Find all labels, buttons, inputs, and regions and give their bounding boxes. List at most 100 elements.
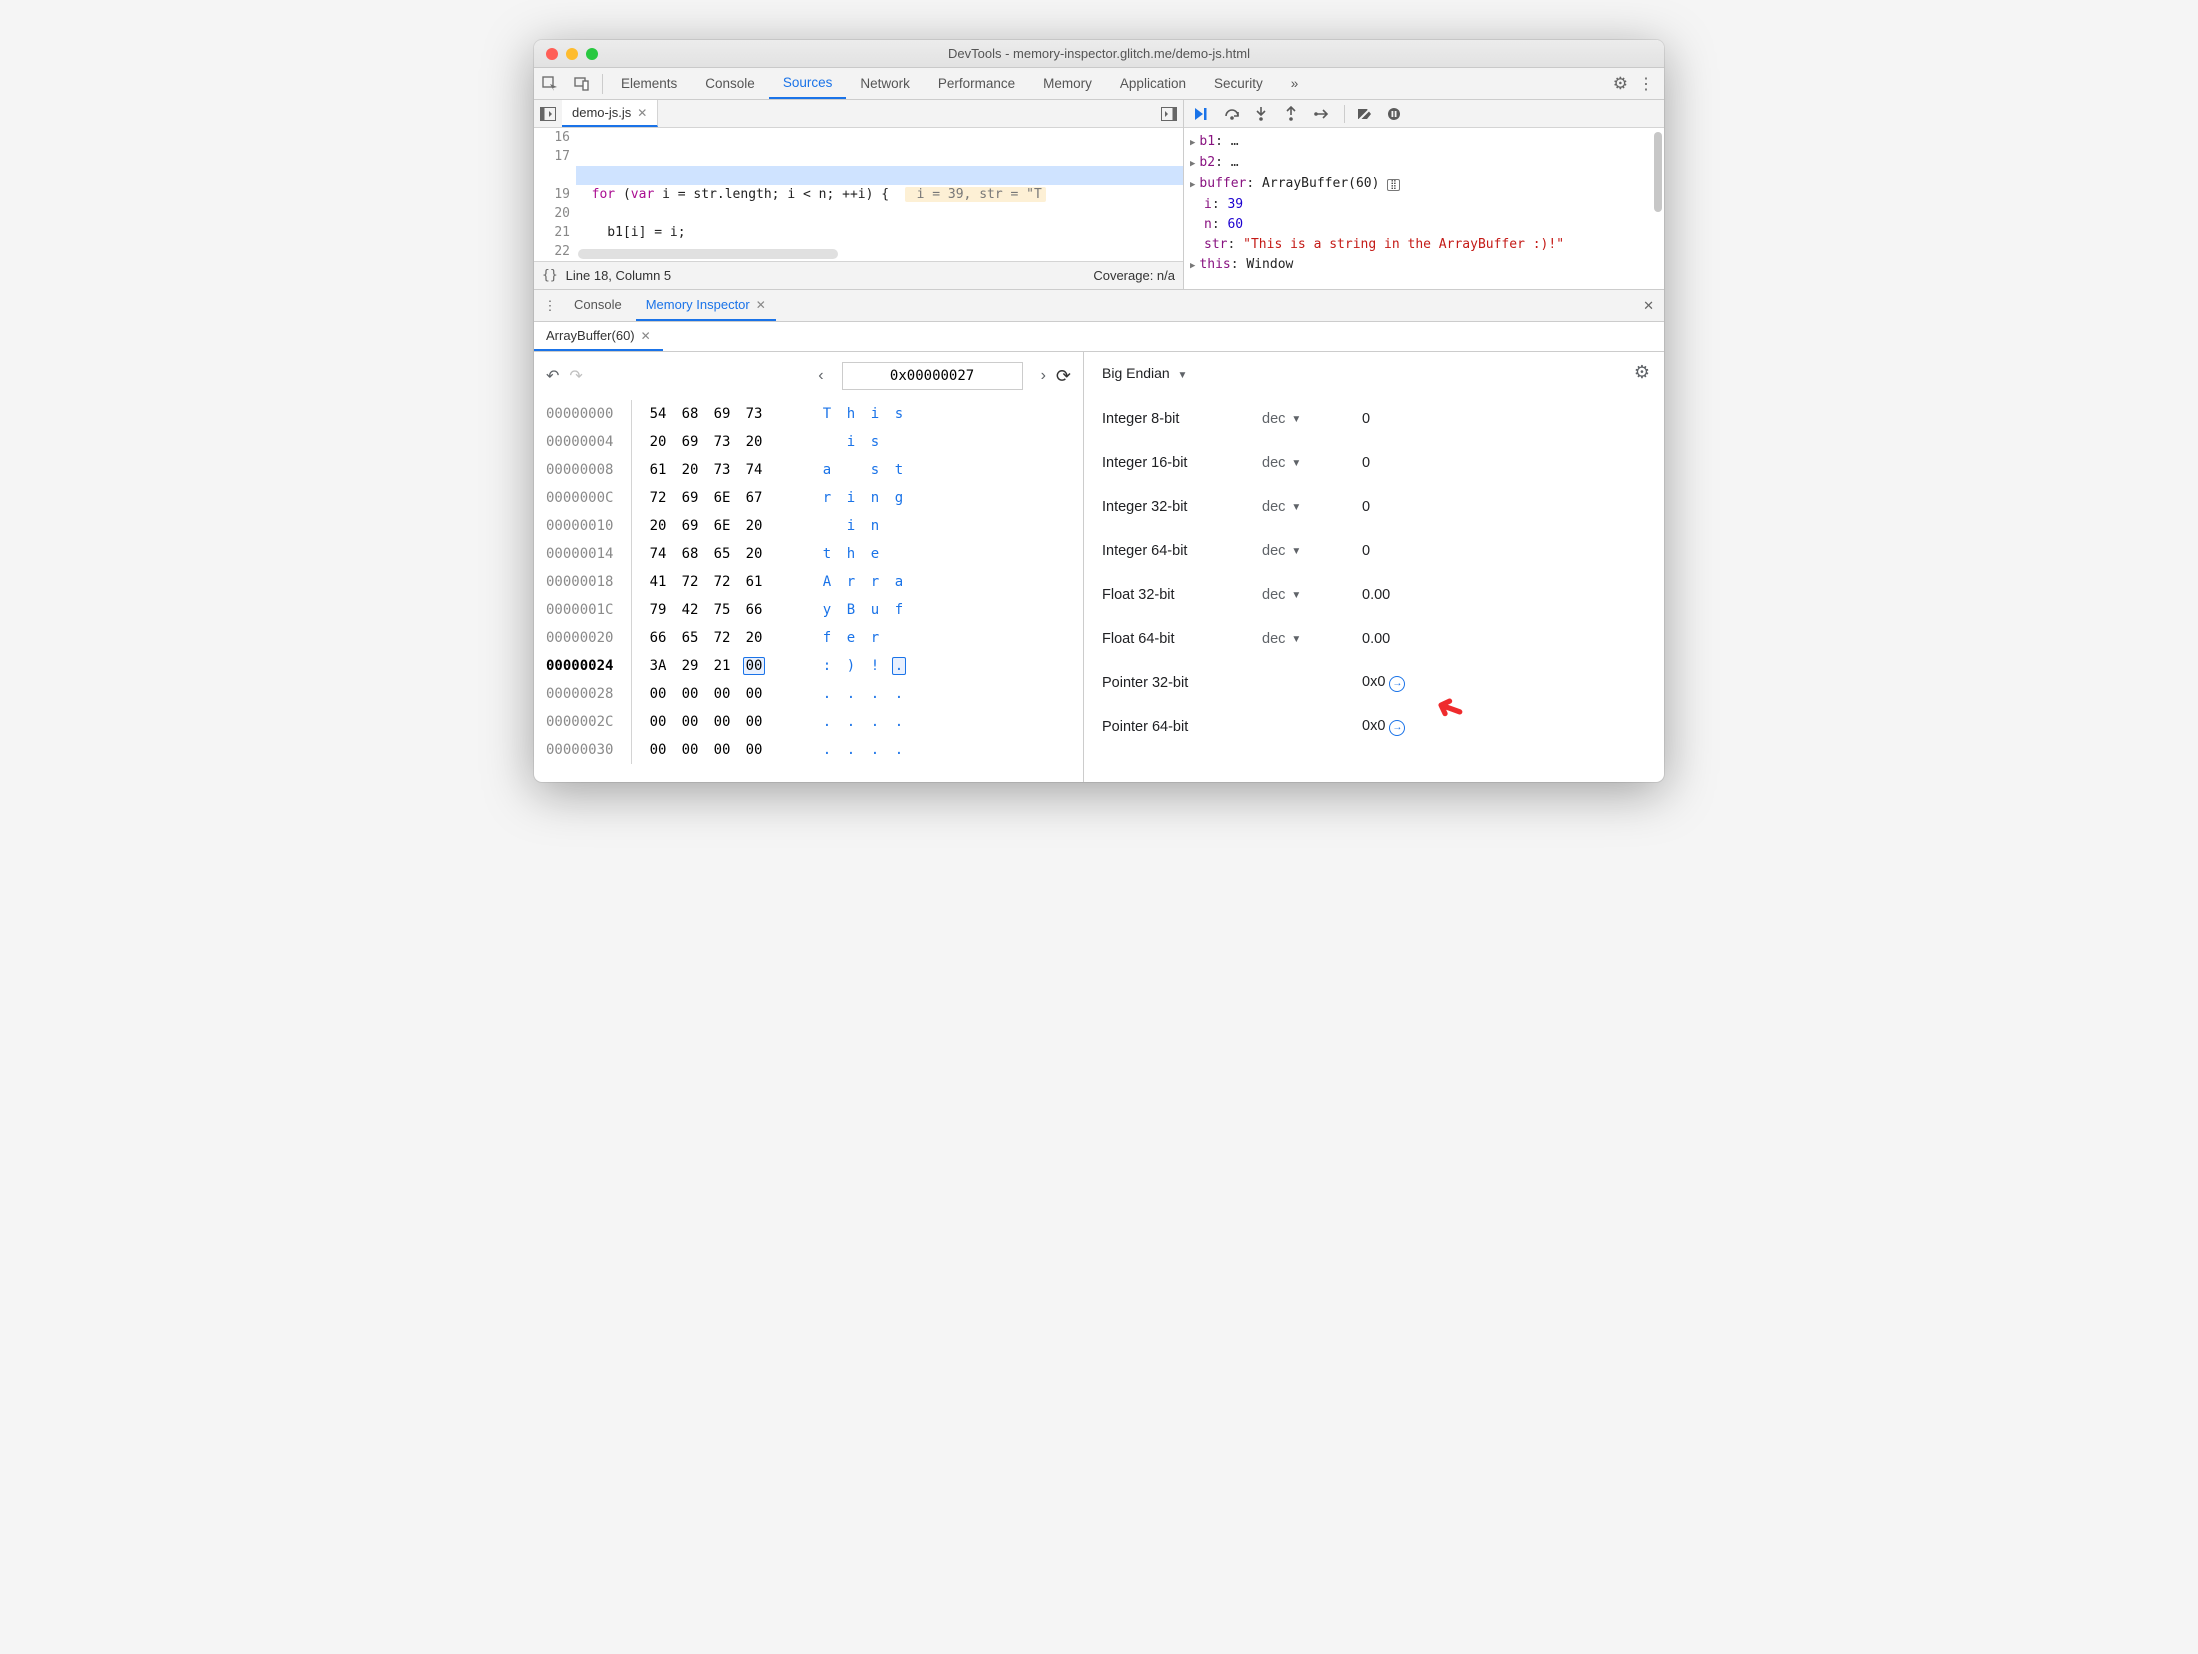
value-mode-selector[interactable]: dec▼	[1262, 587, 1362, 603]
separator	[602, 74, 603, 94]
hex-row[interactable]: 0000000420697320 is	[540, 428, 1077, 456]
value-mode-selector[interactable]: dec▼	[1262, 455, 1362, 471]
hex-row[interactable]: 000000243A292100:)!.	[540, 652, 1077, 680]
hex-row[interactable]: 0000002C00000000....	[540, 708, 1077, 736]
hex-bytes: 79427566	[631, 596, 801, 624]
memory-nav: ↶ ↷ ‹ › ⟳	[540, 362, 1077, 390]
navigator-toggle-icon[interactable]	[534, 107, 562, 121]
pretty-print-icon[interactable]: {}	[542, 268, 558, 283]
value-output: 0.00	[1362, 631, 1650, 647]
tab-sources[interactable]: Sources	[769, 68, 847, 99]
traffic-lights	[546, 48, 598, 60]
value-mode-selector[interactable]: dec▼	[1262, 411, 1362, 427]
devtools-window: DevTools - memory-inspector.glitch.me/de…	[534, 40, 1664, 782]
jump-to-address-icon[interactable]: →	[1389, 720, 1405, 736]
hex-row[interactable]: 0000000861207374a st	[540, 456, 1077, 484]
memory-icon[interactable]: ⣿	[1387, 179, 1400, 191]
horizontal-scrollbar[interactable]	[578, 249, 838, 259]
hex-address: 00000024	[546, 652, 631, 680]
value-row: Float 64-bitdec▼0.00	[1102, 617, 1650, 661]
redo-icon[interactable]: ↷	[569, 366, 582, 386]
value-mode-selector[interactable]: dec▼	[1262, 543, 1362, 559]
close-file-tab-icon[interactable]: ✕	[637, 106, 647, 120]
tabs-overflow[interactable]: »	[1277, 68, 1313, 99]
hex-bytes: 00000000	[631, 708, 801, 736]
window-titlebar: DevTools - memory-inspector.glitch.me/de…	[534, 40, 1664, 68]
hex-row[interactable]: 0000001020696E20 in	[540, 512, 1077, 540]
value-settings-icon[interactable]: ⚙	[1634, 362, 1650, 383]
tab-console[interactable]: Console	[691, 68, 769, 99]
value-mode-selector[interactable]: dec▼	[1262, 499, 1362, 515]
close-drawer-icon[interactable]: ✕	[1643, 298, 1664, 314]
tab-application[interactable]: Application	[1106, 68, 1200, 99]
drawer-tab-memory-inspector[interactable]: Memory Inspector✕	[636, 290, 776, 321]
hex-ascii: ....	[801, 708, 941, 736]
address-input[interactable]	[842, 362, 1023, 390]
next-page-icon[interactable]: ›	[1041, 367, 1046, 385]
hex-row[interactable]: 0000003000000000....	[540, 736, 1077, 764]
hex-row[interactable]: 0000001841727261Arra	[540, 568, 1077, 596]
scrollbar[interactable]	[1654, 132, 1662, 212]
hex-address: 0000002C	[546, 708, 631, 736]
file-tab[interactable]: demo-js.js ✕	[562, 100, 658, 127]
coverage-label: Coverage: n/a	[1093, 268, 1175, 283]
value-row: Integer 64-bitdec▼0	[1102, 529, 1650, 573]
refresh-icon[interactable]: ⟳	[1056, 366, 1071, 387]
code-editor[interactable]: 16 17 18 19 20 21 22 for (var i = str.le…	[534, 128, 1183, 261]
endian-selector[interactable]: Big Endian ▼	[1102, 365, 1187, 381]
resume-icon[interactable]	[1194, 107, 1212, 121]
hex-table[interactable]: 0000000054686973This0000000420697320 is …	[540, 400, 1077, 764]
deactivate-breakpoints-icon[interactable]	[1357, 107, 1375, 121]
line-gutter: 16 17 18 19 20 21 22	[534, 128, 576, 261]
scope-variables[interactable]: b1: … b2: … buffer: ArrayBuffer(60) ⣿ i:…	[1184, 128, 1664, 289]
tab-network[interactable]: Network	[846, 68, 924, 99]
settings-icon[interactable]: ⚙	[1613, 74, 1628, 94]
jump-to-address-icon[interactable]: →	[1389, 676, 1405, 692]
hex-address: 00000018	[546, 568, 631, 596]
value-output: 0.00	[1362, 587, 1650, 603]
close-object-tab-icon[interactable]: ✕	[641, 329, 651, 343]
hex-ascii: :)!.	[801, 652, 941, 680]
zoom-window-button[interactable]	[586, 48, 598, 60]
step-into-icon[interactable]	[1254, 106, 1272, 122]
hex-row[interactable]: 0000001C79427566yBuf	[540, 596, 1077, 624]
value-label: Pointer 32-bit	[1102, 675, 1262, 691]
hex-row[interactable]: 0000002066657220fer	[540, 624, 1077, 652]
step-icon[interactable]	[1314, 108, 1332, 120]
device-toggle-icon[interactable]	[566, 76, 598, 92]
value-label: Integer 64-bit	[1102, 543, 1262, 559]
step-over-icon[interactable]	[1224, 107, 1242, 121]
close-drawer-tab-icon[interactable]: ✕	[756, 298, 766, 312]
more-icon[interactable]: ⋮	[1638, 74, 1654, 94]
value-mode-selector[interactable]: dec▼	[1262, 631, 1362, 647]
value-label: Integer 16-bit	[1102, 455, 1262, 471]
drawer-more-icon[interactable]: ⋮	[540, 298, 560, 314]
hex-bytes: 20696E20	[631, 512, 801, 540]
undo-icon[interactable]: ↶	[546, 366, 559, 386]
memory-object-tab[interactable]: ArrayBuffer(60)✕	[534, 322, 663, 351]
window-title: DevTools - memory-inspector.glitch.me/de…	[534, 46, 1664, 61]
hex-ascii: Arra	[801, 568, 941, 596]
drawer-tab-console[interactable]: Console	[564, 290, 632, 321]
pause-exceptions-icon[interactable]	[1387, 107, 1405, 121]
prev-page-icon[interactable]: ‹	[818, 367, 823, 385]
inspect-element-icon[interactable]	[534, 76, 566, 92]
hex-row[interactable]: 0000001474686520the	[540, 540, 1077, 568]
close-window-button[interactable]	[546, 48, 558, 60]
tab-elements[interactable]: Elements	[607, 68, 691, 99]
step-out-icon[interactable]	[1284, 106, 1302, 122]
tab-memory[interactable]: Memory	[1029, 68, 1106, 99]
tab-performance[interactable]: Performance	[924, 68, 1029, 99]
hex-row[interactable]: 0000000C72696E67ring	[540, 484, 1077, 512]
hex-row[interactable]: 0000000054686973This	[540, 400, 1077, 428]
main-tabs: Elements Console Sources Network Perform…	[607, 68, 1312, 99]
tab-security[interactable]: Security	[1200, 68, 1277, 99]
hex-ascii: a st	[801, 456, 941, 484]
minimize-window-button[interactable]	[566, 48, 578, 60]
value-output: 0	[1362, 411, 1650, 427]
debugger-toggle-icon[interactable]	[1155, 107, 1183, 121]
value-label: Integer 8-bit	[1102, 411, 1262, 427]
hex-row[interactable]: 0000002800000000....	[540, 680, 1077, 708]
hex-ascii: fer	[801, 624, 941, 652]
value-row: Integer 8-bitdec▼0	[1102, 397, 1650, 441]
